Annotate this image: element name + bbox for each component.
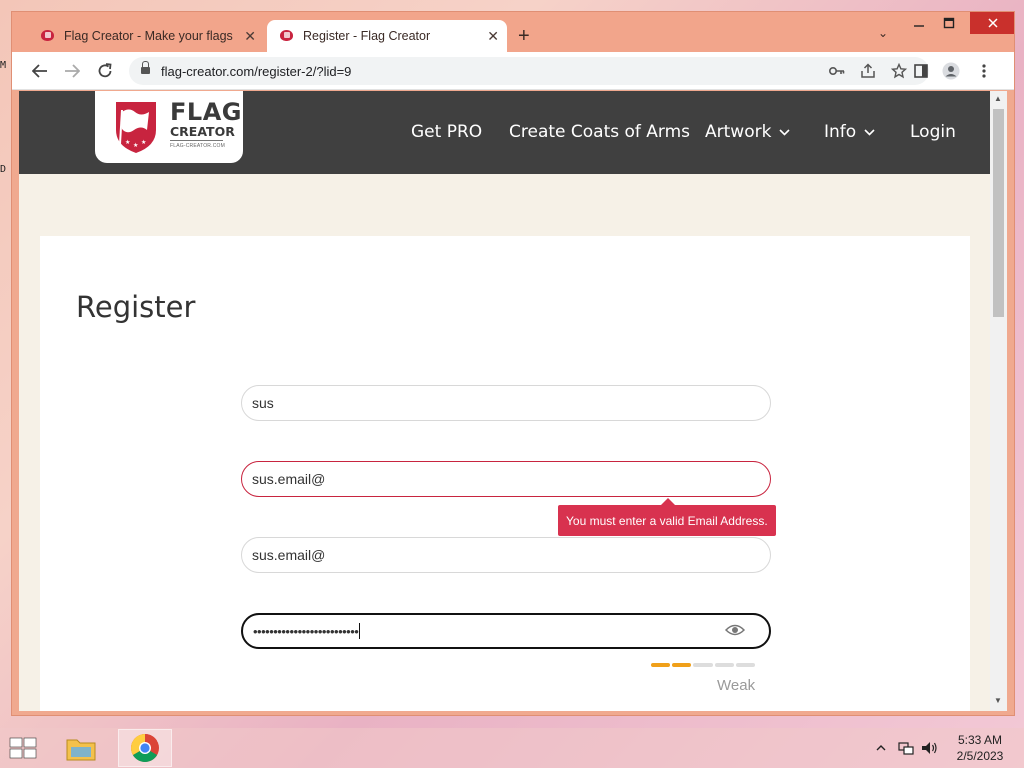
tab-register[interactable]: Register - Flag Creator ✕ — [267, 20, 507, 52]
scroll-down-arrow-icon[interactable]: ▼ — [994, 696, 1002, 705]
confirm-email-field[interactable]: sus.email@ — [241, 537, 771, 573]
nav-get-pro[interactable]: Get PRO — [411, 122, 482, 142]
side-panel-icon[interactable] — [914, 64, 928, 78]
scroll-up-arrow-icon[interactable]: ▲ — [994, 94, 1002, 103]
logo-text-domain: FLAG-CREATOR.COM — [170, 143, 225, 149]
taskbar-chrome[interactable] — [118, 729, 172, 767]
flag-creator-favicon-icon — [40, 29, 56, 43]
site-header: ★ ★ ★ FLAG CREATOR FLAG-CREATOR.COM Get … — [19, 91, 990, 174]
new-tab-button[interactable]: + — [518, 26, 530, 46]
browser-window: Flag Creator - Make your flags ✕ Registe… — [11, 11, 1015, 716]
strength-segment — [735, 663, 756, 667]
register-card: Register sus sus.email@ You must enter a… — [40, 236, 970, 711]
maximize-icon — [943, 17, 955, 29]
windows-start-icon[interactable] — [8, 737, 38, 759]
close-icon — [988, 18, 998, 28]
logo-text-flag: FLAG — [170, 98, 242, 126]
logo-text-creator: CREATOR — [170, 124, 235, 139]
volume-icon[interactable] — [920, 740, 938, 756]
strength-segment — [714, 663, 734, 667]
scrollbar-thumb[interactable] — [993, 109, 1004, 317]
taskbar: 5:33 AM 2/5/2023 — [0, 728, 1024, 768]
page-viewport: ★ ★ ★ FLAG CREATOR FLAG-CREATOR.COM Get … — [19, 91, 990, 711]
password-strength-label: Weak — [717, 677, 756, 694]
chrome-icon — [131, 734, 159, 762]
flag-shield-logo-icon: ★ ★ ★ — [116, 102, 156, 153]
svg-text:★: ★ — [125, 139, 130, 146]
close-icon[interactable]: ✕ — [487, 28, 499, 45]
profile-avatar-icon[interactable] — [942, 62, 960, 80]
nav-label: Info — [824, 122, 857, 142]
folder-icon — [66, 739, 96, 761]
tab-title: Register - Flag Creator — [303, 29, 431, 43]
minimize-button[interactable] — [906, 12, 932, 34]
minimize-icon — [914, 25, 924, 27]
clock-date: 2/5/2023 — [956, 749, 1004, 763]
lock-icon — [141, 61, 150, 75]
svg-text:★: ★ — [133, 142, 138, 149]
tray-chevron-up-icon[interactable] — [876, 744, 886, 752]
reload-icon[interactable] — [97, 63, 113, 79]
desktop-icon-fragment: D — [0, 164, 7, 175]
chevron-down-icon — [864, 129, 875, 136]
username-field[interactable]: sus — [241, 385, 771, 421]
svg-text:★: ★ — [141, 139, 146, 146]
nav-login[interactable]: Login — [910, 122, 956, 142]
address-bar[interactable]: flag-creator.com/register-2/?lid=9 — [129, 57, 929, 85]
password-mask: •••••••••••••••••••••••••• — [253, 623, 359, 639]
key-icon[interactable] — [829, 65, 845, 77]
taskbar-file-explorer[interactable] — [58, 729, 104, 767]
window-close-button[interactable] — [970, 12, 1014, 34]
strength-segment — [693, 663, 713, 667]
close-icon[interactable]: ✕ — [244, 28, 256, 45]
email-error-tooltip: You must enter a valid Email Address. — [558, 498, 776, 536]
tab-flag-creator[interactable]: Flag Creator - Make your flags ✕ — [28, 20, 264, 52]
username-value: sus — [252, 395, 274, 411]
tab-search-chevron-icon[interactable]: ⌄ — [878, 26, 888, 40]
system-clock[interactable]: 5:33 AM 2/5/2023 — [950, 732, 1010, 764]
maximize-button[interactable] — [936, 12, 962, 34]
nav-label: Login — [910, 122, 956, 142]
page-title: Register — [76, 290, 196, 324]
tab-strip: Flag Creator - Make your flags ✕ Registe… — [12, 12, 1014, 52]
nav-label: Get PRO — [411, 122, 483, 142]
back-icon[interactable] — [32, 64, 48, 78]
nav-label: Artwork — [705, 122, 772, 142]
text-caret — [359, 623, 361, 639]
browser-toolbar: flag-creator.com/register-2/?lid=9 — [12, 52, 1014, 90]
network-icon[interactable] — [898, 740, 914, 756]
nav-artwork[interactable]: Artwork — [705, 122, 791, 142]
nav-info[interactable]: Info — [824, 122, 875, 142]
logo-divider — [170, 140, 223, 141]
kebab-menu-icon[interactable] — [982, 64, 986, 78]
nav-label: Create Coats of Arms — [509, 122, 691, 142]
password-strength-meter — [651, 663, 756, 667]
url-text: flag-creator.com/register-2/?lid=9 — [161, 63, 352, 79]
password-field[interactable]: •••••••••••••••••••••••••• — [241, 613, 771, 649]
bookmark-star-icon[interactable] — [891, 63, 907, 79]
email-field[interactable]: sus.email@ — [241, 461, 771, 497]
forward-icon[interactable] — [64, 64, 80, 78]
strength-segment — [672, 663, 692, 667]
page-scrollbar[interactable]: ▲ ▼ — [990, 91, 1007, 711]
eye-icon[interactable] — [725, 623, 745, 637]
site-logo[interactable]: ★ ★ ★ FLAG CREATOR FLAG-CREATOR.COM — [95, 91, 243, 163]
share-icon[interactable] — [860, 63, 876, 79]
strength-segment — [651, 663, 671, 667]
chevron-down-icon — [779, 129, 791, 136]
nav-create-coats-of-arms[interactable]: Create Coats of Arms — [509, 122, 690, 142]
clock-time: 5:33 AM — [957, 733, 1003, 747]
email-value: sus.email@ — [252, 471, 326, 487]
desktop-icon-fragment: M — [0, 60, 7, 71]
confirm-email-value: sus.email@ — [252, 547, 326, 563]
flag-creator-favicon-icon — [279, 29, 295, 43]
tab-title: Flag Creator - Make your flags — [64, 29, 233, 43]
